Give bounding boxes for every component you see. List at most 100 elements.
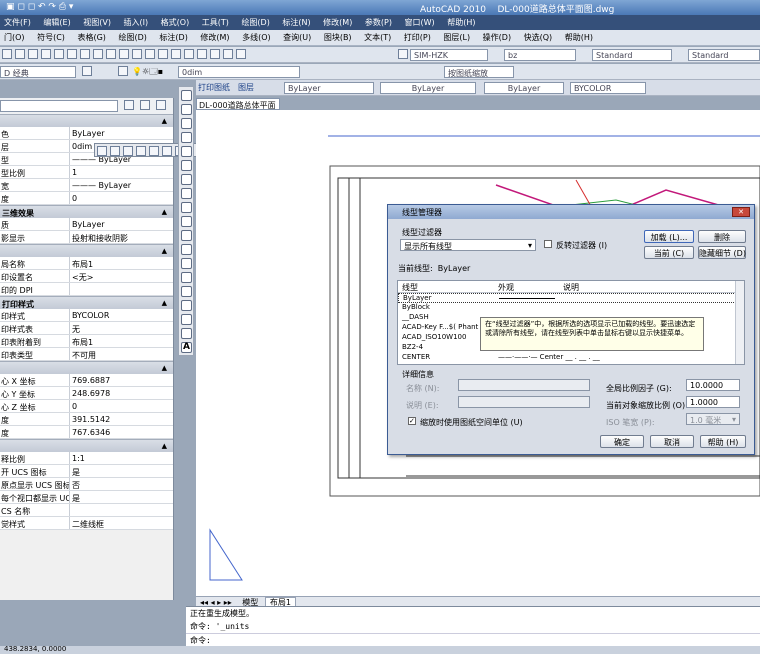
plot-style-row[interactable]: 印表附着到 布局1 <box>0 335 173 348</box>
tool-icon-1[interactable] <box>97 146 107 156</box>
section-general[interactable]: ▲ <box>0 114 173 127</box>
general-row[interactable]: 宽 ——— ByLayer <box>0 179 173 192</box>
toggle-pickadd-icon[interactable] <box>124 100 134 110</box>
region-icon[interactable] <box>181 314 192 325</box>
insert-block-icon[interactable] <box>181 244 192 255</box>
text-style-icon[interactable] <box>398 49 408 59</box>
property-value[interactable]: <无> <box>70 270 173 282</box>
menu2-draw[interactable]: 绘图(D) <box>114 30 152 43</box>
property-value[interactable]: 248.6978 <box>70 387 173 399</box>
match-icon[interactable] <box>106 49 116 59</box>
list-scrollbar[interactable] <box>735 281 744 364</box>
arc-icon[interactable] <box>181 160 192 171</box>
filter-select[interactable]: 显示所有线型 ▾ <box>400 239 536 251</box>
circle-icon[interactable] <box>181 174 192 185</box>
plot-row[interactable]: 局名称 布局1 <box>0 257 173 270</box>
workspace-combo[interactable]: D 经典 <box>0 66 76 78</box>
property-value[interactable]: 是 <box>70 491 173 503</box>
gradient-icon[interactable] <box>181 300 192 311</box>
print-icon[interactable] <box>28 49 38 59</box>
ellipse-icon[interactable] <box>181 216 192 227</box>
linetype-combo[interactable]: ByLayer <box>380 82 476 94</box>
property-value[interactable] <box>70 504 173 516</box>
menu2-table[interactable]: 表格(G) <box>73 30 111 43</box>
plot-style-row[interactable]: 印表类型 不可用 <box>0 348 173 361</box>
property-value[interactable]: ByLayer <box>70 218 173 230</box>
menu-window[interactable]: 窗口(W) <box>401 15 441 28</box>
paper-units-checkbox[interactable]: ✓ <box>408 417 416 425</box>
menu2-operation[interactable]: 操作(D) <box>479 30 517 43</box>
menu2-help[interactable]: 帮助(H) <box>561 30 599 43</box>
current-button[interactable]: 当前 (C) <box>644 246 694 259</box>
property-value[interactable]: 1:1 <box>70 452 173 464</box>
rectangle-icon[interactable] <box>181 146 192 157</box>
help-icon[interactable] <box>236 49 246 59</box>
point-icon[interactable] <box>181 272 192 283</box>
tool-icon-4[interactable] <box>136 146 146 156</box>
view-scale-combo[interactable]: 按图纸缩放 <box>444 66 514 78</box>
menu-view[interactable]: 视图(V) <box>79 15 117 28</box>
redo-icon[interactable] <box>132 49 142 59</box>
menu-parametric[interactable]: 参数(P) <box>361 15 398 28</box>
menu-draw[interactable]: 绘图(D) <box>237 15 275 28</box>
load-button[interactable]: 加载 (L)... <box>644 230 694 243</box>
menu2-symbol[interactable]: 符号(C) <box>33 30 71 43</box>
make-block-icon[interactable] <box>181 258 192 269</box>
text-font-combo[interactable]: bz <box>504 49 576 61</box>
3d-row[interactable]: 质 ByLayer <box>0 218 173 231</box>
menu-file[interactable]: 文件(F) <box>0 15 37 28</box>
quick-select-icon[interactable] <box>156 100 166 110</box>
command-window[interactable]: 正在重生成模型。 命令: '_units 命令: <box>186 606 760 646</box>
linetype-item[interactable]: ByBlock <box>398 303 744 313</box>
menu2-layer[interactable]: 图层(L) <box>439 30 476 43</box>
plot-style-row[interactable]: 印样式 BYCOLOR <box>0 309 173 322</box>
description-field[interactable] <box>458 396 590 408</box>
section-plot-style[interactable]: 打印样式 ▲ <box>0 296 173 309</box>
polyline-icon[interactable] <box>181 118 192 129</box>
zoom-icon[interactable] <box>158 49 168 59</box>
property-value[interactable]: ByLayer <box>70 127 173 139</box>
command-prompt[interactable]: 命令: <box>186 633 760 647</box>
property-value[interactable]: 1 <box>70 166 173 178</box>
linetype-item[interactable]: CENTER ——·——·— Center __ . __ . __ <box>398 353 744 363</box>
property-value[interactable]: 769.6887 <box>70 374 173 386</box>
plot-style-row[interactable]: 印样式表无 <box>0 322 173 335</box>
color-combo[interactable]: ByLayer <box>284 82 374 94</box>
table-style-combo[interactable]: Standard <box>688 49 760 61</box>
delete-button[interactable]: 删除 <box>698 230 746 243</box>
view-row[interactable]: 心 X 坐标 769.6887 <box>0 374 173 387</box>
paste-icon[interactable] <box>93 49 103 59</box>
select-objects-icon[interactable] <box>140 100 150 110</box>
misc-row[interactable]: 觉样式 二维线框 <box>0 517 173 530</box>
menu2-dim[interactable]: 标注(D) <box>155 30 193 43</box>
tool-palette-icon[interactable] <box>210 49 220 59</box>
revcloud-icon[interactable] <box>181 188 192 199</box>
property-value[interactable]: BYCOLOR <box>70 309 173 321</box>
dim-layer-combo[interactable]: 0dim <box>178 66 300 78</box>
3d-row[interactable]: 影显示 投射和接收阴影 <box>0 231 173 244</box>
misc-row[interactable]: CS 名称 <box>0 504 173 517</box>
dim-style-combo[interactable]: Standard <box>592 49 672 61</box>
view-row[interactable]: 心 Z 坐标 0 <box>0 400 173 413</box>
hatch-icon[interactable] <box>181 286 192 297</box>
property-value[interactable]: ——— ByLayer <box>70 179 173 191</box>
menu2-mline[interactable]: 多线(O) <box>238 30 277 43</box>
text-style-combo[interactable]: SIM-HZK <box>410 49 488 61</box>
spline-icon[interactable] <box>181 202 192 213</box>
menu-edit[interactable]: 编辑(E) <box>39 15 76 28</box>
close-icon[interactable]: ✕ <box>732 207 750 217</box>
line-icon[interactable] <box>181 90 192 101</box>
copy-icon[interactable] <box>80 49 90 59</box>
view-row[interactable]: 度 767.6346 <box>0 426 173 439</box>
property-value[interactable]: 布局1 <box>70 335 173 347</box>
ok-button[interactable]: 确定 <box>600 435 644 448</box>
name-field[interactable] <box>458 379 590 391</box>
tool-icon-2[interactable] <box>110 146 120 156</box>
menu2-qselect[interactable]: 快选(Q) <box>520 30 559 43</box>
open-icon[interactable] <box>15 49 25 59</box>
property-value[interactable]: 二维线框 <box>70 517 173 529</box>
object-scale-input[interactable]: 1.0000 <box>686 396 740 408</box>
property-value[interactable]: 是 <box>70 465 173 477</box>
global-scale-input[interactable]: 10.0000 <box>686 379 740 391</box>
menu2-text[interactable]: 文本(T) <box>360 30 397 43</box>
